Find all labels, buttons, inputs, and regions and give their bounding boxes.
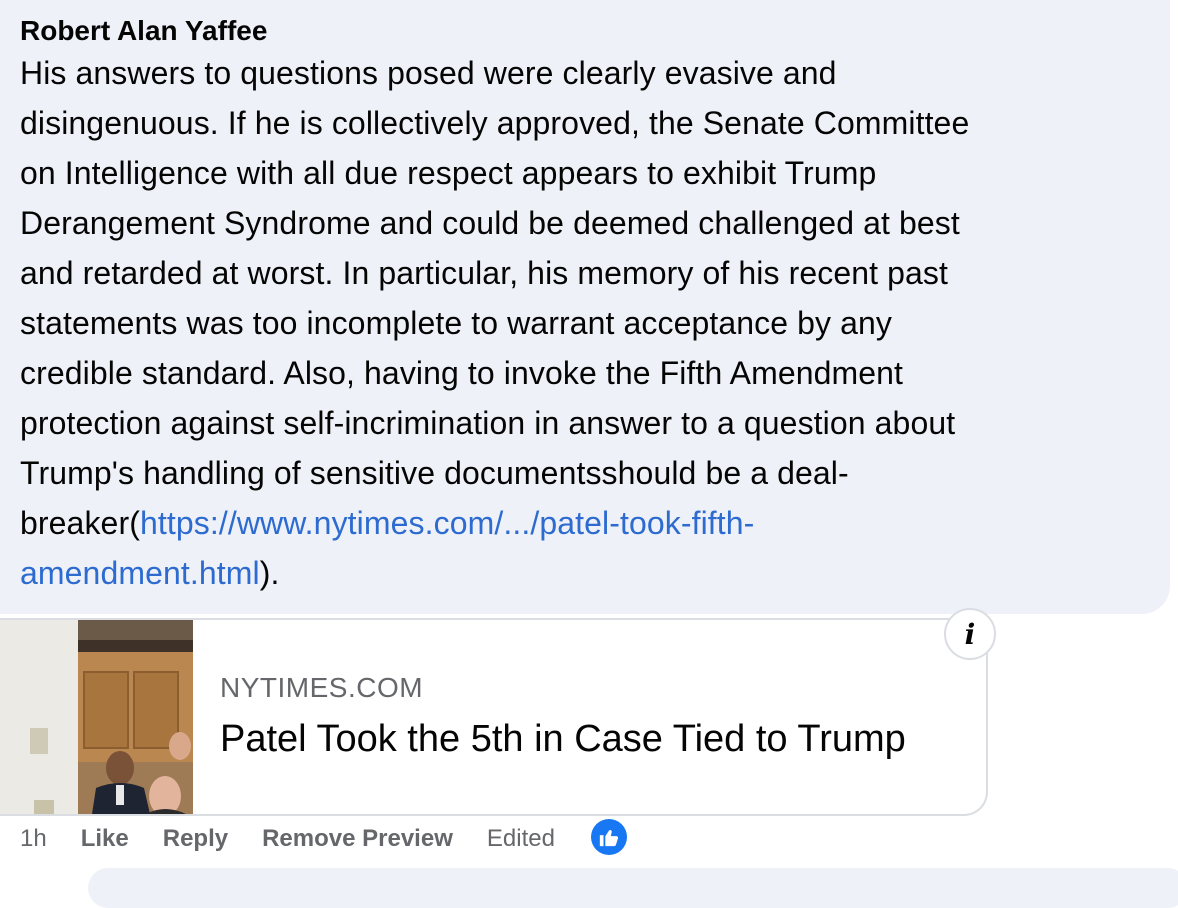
comment-text-end: ).: [259, 555, 280, 591]
thumbs-up-icon[interactable]: [590, 819, 627, 855]
preview-thumbnail[interactable]: [0, 620, 193, 814]
news-photo-image: [0, 620, 193, 814]
comment-text-main: His answers to questions posed were clea…: [20, 55, 970, 541]
comment-actions: 1h Like Reply Remove Preview Edited: [20, 819, 627, 856]
comment-content: Robert Alan Yaffee His answers to questi…: [20, 14, 1150, 598]
comment-timestamp[interactable]: 1h: [20, 825, 47, 853]
comment-author[interactable]: Robert Alan Yaffee: [20, 14, 1150, 48]
remove-preview-button[interactable]: Remove Preview: [262, 825, 453, 853]
like-button[interactable]: Like: [81, 825, 129, 853]
preview-domain: NYTIMES.COM: [220, 672, 424, 703]
comment-bubble: Robert Alan Yaffee His answers to questi…: [0, 0, 1170, 614]
info-icon[interactable]: i: [944, 608, 996, 660]
comment-text: His answers to questions posed were clea…: [20, 48, 1150, 598]
preview-title[interactable]: Patel Took the 5th in Case Tied to Trump: [220, 718, 906, 761]
next-comment-bubble: [88, 868, 1178, 908]
link-preview-card[interactable]: NYTIMES.COM Patel Took the 5th in Case T…: [0, 618, 988, 816]
edited-label[interactable]: Edited: [487, 825, 555, 853]
thumbs-up-glyph: [599, 829, 619, 847]
reply-button[interactable]: Reply: [163, 825, 228, 853]
